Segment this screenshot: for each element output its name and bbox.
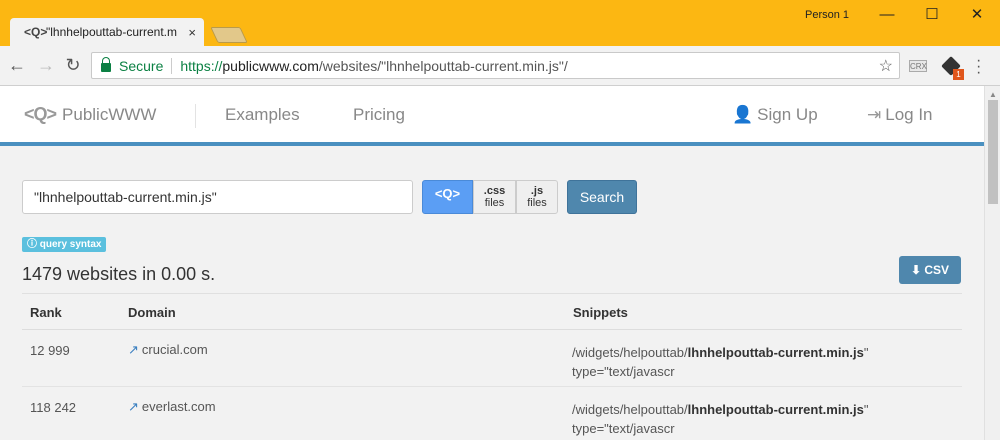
nav-sign-up[interactable]: 👤 Sign Up [732,105,818,125]
nav-divider [195,104,196,128]
snippet-match: lhnhelpouttab-current.min.js [687,402,864,417]
row-rank: 12 999 [30,343,70,358]
extension-button[interactable]: 1 [941,56,964,80]
site-logo[interactable]: <Q> PublicWWW [24,104,156,125]
minimize-icon[interactable]: — [877,5,897,25]
snippet-line2: type="text/javascr [572,364,675,379]
search-input[interactable] [22,180,413,214]
site-header: <Q> PublicWWW Examples Pricing 👤 Sign Up … [0,86,984,146]
header-rank: Rank [30,305,62,320]
chrome-menu-icon[interactable]: · · · [976,53,981,81]
logo-text: PublicWWW [62,104,157,124]
query-syntax-label: query syntax [39,239,102,250]
table-row: 118 242 ↗ everlast.com /widgets/helpoutta… [22,387,962,440]
row-snippet: /widgets/helpouttab/lhnhelpouttab-curren… [572,400,869,438]
back-icon[interactable]: ← [6,54,28,76]
external-link-icon: ↗ [128,342,139,357]
browser-toolbar: ← → ↻ Secure https://publicwww.com/websi… [0,46,1000,86]
csv-download-button[interactable]: ⬇ CSV [899,256,961,284]
close-window-icon[interactable]: ✕ [967,5,987,25]
table-header: Rank Domain Snippets [22,293,962,330]
page-scrollbar[interactable]: ▲ [984,86,1000,440]
row-rank: 118 242 [30,400,77,415]
code-search-button[interactable]: <Q> [422,180,473,214]
url-path: /websites/"lhnhelpouttab-current.min.js"… [318,57,568,74]
snippet-prefix: /widgets/helpouttab/ [572,402,688,417]
header-snippets: Snippets [573,305,628,320]
results-count: 1479 websites in 0.00 s. [22,264,216,284]
snippet-prefix: /widgets/helpouttab/ [572,345,688,360]
maximize-icon[interactable]: ☐ [922,5,942,25]
js-files-bottom: files [527,197,547,209]
header-domain: Domain [128,305,176,320]
snippet-line2: type="text/javascr [572,421,675,436]
js-files-button[interactable]: .js files [516,180,558,214]
row-domain-link[interactable]: ↗ crucial.com [128,342,208,358]
browser-titlebar: <Q> "lhnhelpouttab-current.m × Person 1 … [0,0,1000,46]
sign-up-label: Sign Up [757,105,818,124]
bookmark-star-icon[interactable]: ☆ [879,56,893,76]
css-files-top: .css [483,185,506,197]
url-host: publicwww.com [222,57,319,74]
user-icon: 👤 [732,105,754,124]
scroll-up-icon[interactable]: ▲ [989,90,997,99]
tab-close-icon[interactable]: × [188,25,196,40]
search-button[interactable]: Search [567,180,637,214]
crx-extension-icon[interactable]: CRX [909,60,927,72]
profile-name[interactable]: Person 1 [805,9,849,21]
js-files-top: .js [530,185,544,197]
query-syntax-badge[interactable]: ⓘ query syntax [22,237,107,252]
address-bar[interactable]: Secure https://publicwww.com/websites/"l… [91,52,900,79]
tab-title: "lhnhelpouttab-current.m [46,25,177,39]
page-content: <Q> PublicWWW Examples Pricing 👤 Sign Up … [0,86,984,440]
row-domain: everlast.com [141,399,216,414]
css-files-button[interactable]: .css files [473,180,516,214]
extension-badge: 1 [953,69,964,80]
snippet-suffix: " [863,402,869,417]
table-row: 12 999 ↗ crucial.com /widgets/helpouttab/… [22,330,962,387]
snippet-suffix: " [863,345,869,360]
omnibox-divider [171,57,173,74]
row-domain: crucial.com [141,342,208,357]
search-mode-group: <Q> .css files .js files [422,180,558,214]
browser-tab[interactable]: <Q> "lhnhelpouttab-current.m × [10,18,204,46]
download-icon: ⬇ [910,263,922,277]
snippet-match: lhnhelpouttab-current.min.js [687,345,864,360]
row-snippet: /widgets/helpouttab/lhnhelpouttab-curren… [572,343,869,381]
external-link-icon: ↗ [128,399,139,414]
log-in-label: Log In [885,105,933,124]
login-icon: ⇥ [867,105,882,124]
url-protocol: https:// [180,57,223,74]
reload-icon[interactable]: ↻ [62,54,84,76]
nav-log-in[interactable]: ⇥ Log In [867,105,933,125]
nav-examples[interactable]: Examples [225,105,300,125]
publicwww-favicon-icon: <Q> [24,25,48,39]
row-domain-link[interactable]: ↗ everlast.com [128,399,216,415]
lock-icon [101,57,111,72]
forward-icon[interactable]: → [35,54,57,76]
new-tab-button[interactable] [210,27,248,43]
secure-label: Secure [119,57,164,74]
nav-pricing[interactable]: Pricing [353,105,405,125]
scrollbar-thumb[interactable] [988,100,998,204]
csv-label: CSV [924,263,950,277]
css-files-bottom: files [484,197,505,209]
results-table: Rank Domain Snippets 12 999 ↗ crucial.com… [22,293,962,440]
info-icon: ⓘ [27,239,37,250]
logo-mark-icon: <Q> [24,104,57,124]
